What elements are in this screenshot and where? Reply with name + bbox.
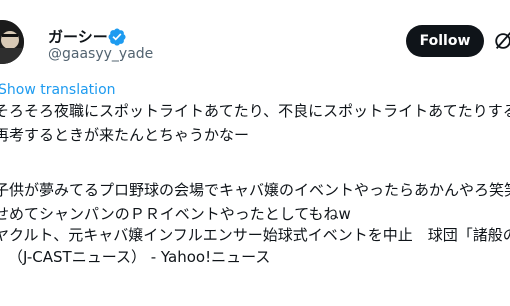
tweet-line-link[interactable]: ヤクルト、元キャバ嬢インフルエンサー始球式イベントを中止 球団「諸般の事: [0, 225, 510, 245]
tweet-line: 子供が夢みてるプロ野球の会場でキャバ嬢のイベントやったらあかんやろ笑笑: [0, 181, 510, 199]
grok-icon[interactable]: [493, 30, 510, 52]
author-name[interactable]: ガーシー: [48, 28, 108, 46]
verified-badge-icon: [108, 28, 126, 46]
tweet-line: そろそろ夜職にスポットライトあてたり、不良にスポットライトあてたりする: [0, 102, 510, 120]
tweet-line-link[interactable]: （J-CASTニュース） - Yahoo!ニュース: [8, 247, 270, 267]
tweet-line: 再考するときが来たんとちゃうかなー: [0, 126, 250, 144]
avatar[interactable]: [0, 20, 24, 64]
avatar-image: [0, 20, 24, 64]
follow-button[interactable]: Follow: [406, 25, 484, 57]
show-translation-link[interactable]: Show translation: [0, 81, 116, 99]
author-handle[interactable]: @gaasyy_yade: [48, 45, 153, 63]
tweet-line: せめてシャンパンのＰＲイベントやったとしてもねw: [0, 205, 351, 223]
